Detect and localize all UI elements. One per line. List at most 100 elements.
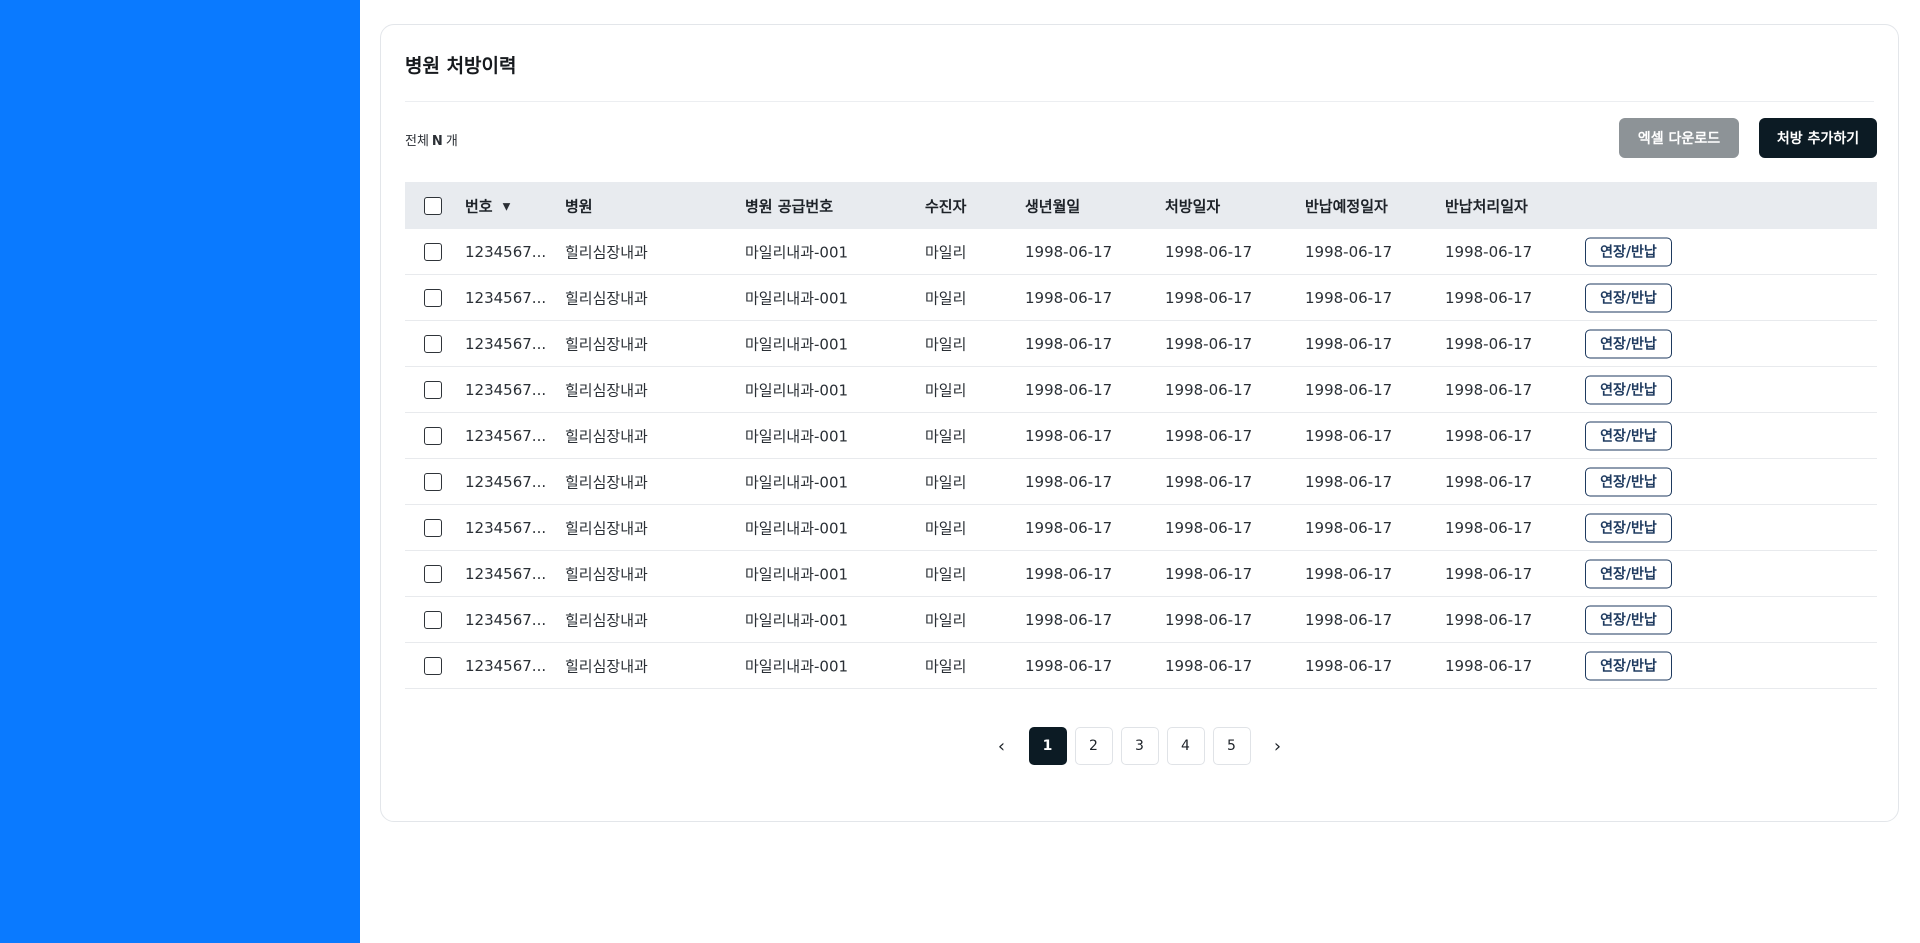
sidebar [0,0,360,943]
chevron-right-icon[interactable]: › [1259,727,1297,765]
page-button-3[interactable]: 3 [1120,727,1159,765]
cell-birthdate: 1998-06-17 [1025,380,1113,399]
excel-download-button[interactable]: 엑셀 다운로드 [1619,118,1739,158]
cell-prescription-date: 1998-06-17 [1165,426,1253,445]
column-header-prescription-date: 처방일자 [1165,197,1221,215]
row-checkbox[interactable] [424,242,442,261]
row-checkbox[interactable] [424,610,442,629]
cell-return-due-date: 1998-06-17 [1305,334,1393,353]
row-checkbox[interactable] [424,288,442,307]
cell-hospital: 힐리심장내과 [565,611,648,629]
cell-hospital: 힐리심장내과 [565,565,648,583]
row-checkbox[interactable] [424,380,442,399]
cell-return-processed-date: 1998-06-17 [1445,288,1533,307]
extend-return-button[interactable]: 연장/반납 [1585,651,1672,680]
table-row[interactable]: 1234567... 힐리심장내과 마일리내과-001 마일리 1998-06-17 19… [405,413,1877,459]
table-row[interactable]: 1234567... 힐리심장내과 마일리내과-001 마일리 1998-06-17 19… [405,229,1877,275]
cell-return-processed-date: 1998-06-17 [1445,564,1533,583]
cell-return-due-date: 1998-06-17 [1305,656,1393,675]
row-checkbox[interactable] [424,564,442,583]
cell-recipient: 마일리 [925,381,967,399]
chevron-down-icon[interactable]: ▼ [503,201,511,212]
row-checkbox[interactable] [424,472,442,491]
cell-return-processed-date: 1998-06-17 [1445,426,1533,445]
cell-prescription-date: 1998-06-17 [1165,334,1253,353]
cell-hospital: 힐리심장내과 [565,427,648,445]
extend-return-button[interactable]: 연장/반납 [1585,329,1672,358]
chevron-left-icon[interactable]: ‹ [983,727,1021,765]
row-checkbox[interactable] [424,334,442,353]
page-button-1[interactable]: 1 [1028,727,1067,765]
table-header: 번호 ▼ 병원 병원 공급번호 수진자 생년월일 처방일자 반납예정일자 반납처리… [405,182,1877,229]
cell-return-processed-date: 1998-06-17 [1445,518,1533,537]
select-all-checkbox[interactable] [424,196,442,215]
cell-supply-number: 마일리내과-001 [745,473,849,491]
cell-return-processed-date: 1998-06-17 [1445,242,1533,261]
cell-hospital: 힐리심장내과 [565,289,648,307]
table-row[interactable]: 1234567... 힐리심장내과 마일리내과-001 마일리 1998-06-17 19… [405,551,1877,597]
extend-return-button[interactable]: 연장/반납 [1585,467,1672,496]
cell-number: 1234567... [465,242,547,261]
cell-prescription-date: 1998-06-17 [1165,610,1253,629]
extend-return-button[interactable]: 연장/반납 [1585,283,1672,312]
add-prescription-button[interactable]: 처방 추가하기 [1759,118,1877,158]
cell-number: 1234567... [465,334,547,353]
total-suffix: 개 [445,134,458,149]
table-row[interactable]: 1234567... 힐리심장내과 마일리내과-001 마일리 1998-06-17 19… [405,643,1877,689]
page-button-4[interactable]: 4 [1166,727,1205,765]
cell-supply-number: 마일리내과-001 [745,289,849,307]
cell-recipient: 마일리 [925,565,967,583]
cell-prescription-date: 1998-06-17 [1165,518,1253,537]
cell-prescription-date: 1998-06-17 [1165,242,1253,261]
table-row[interactable]: 1234567... 힐리심장내과 마일리내과-001 마일리 1998-06-17 19… [405,321,1877,367]
table-row[interactable]: 1234567... 힐리심장내과 마일리내과-001 마일리 1998-06-17 19… [405,505,1877,551]
cell-number: 1234567... [465,610,547,629]
total-count: 전체 N 개 [405,130,458,149]
extend-return-button[interactable]: 연장/반납 [1585,375,1672,404]
table-row[interactable]: 1234567... 힐리심장내과 마일리내과-001 마일리 1998-06-17 19… [405,367,1877,413]
cell-birthdate: 1998-06-17 [1025,242,1113,261]
extend-return-button[interactable]: 연장/반납 [1585,605,1672,634]
cell-return-processed-date: 1998-06-17 [1445,334,1533,353]
cell-number: 1234567... [465,426,547,445]
extend-return-button[interactable]: 연장/반납 [1585,421,1672,450]
extend-return-button[interactable]: 연장/반납 [1585,237,1672,266]
row-checkbox[interactable] [424,426,442,445]
table-row[interactable]: 1234567... 힐리심장내과 마일리내과-001 마일리 1998-06-17 19… [405,597,1877,643]
cell-recipient: 마일리 [925,289,967,307]
cell-hospital: 힐리심장내과 [565,473,648,491]
cell-prescription-date: 1998-06-17 [1165,564,1253,583]
cell-hospital: 힐리심장내과 [565,657,648,675]
cell-return-due-date: 1998-06-17 [1305,380,1393,399]
total-count-value: N [431,134,443,149]
page-button-5[interactable]: 5 [1212,727,1251,765]
cell-birthdate: 1998-06-17 [1025,334,1113,353]
cell-return-processed-date: 1998-06-17 [1445,472,1533,491]
column-header-number[interactable]: 번호 ▼ [465,195,510,216]
prescription-history-card: 병원 처방이력 전체 N 개 엑셀 다운로드 처방 추가하기 번호 ▼ 병원 병원 공… [380,24,1899,822]
cell-number: 1234567... [465,564,547,583]
cell-return-due-date: 1998-06-17 [1305,610,1393,629]
extend-return-button[interactable]: 연장/반납 [1585,513,1672,542]
extend-return-button[interactable]: 연장/반납 [1585,559,1672,588]
cell-return-due-date: 1998-06-17 [1305,518,1393,537]
cell-return-due-date: 1998-06-17 [1305,288,1393,307]
cell-supply-number: 마일리내과-001 [745,519,849,537]
cell-recipient: 마일리 [925,657,967,675]
cell-supply-number: 마일리내과-001 [745,657,849,675]
cell-prescription-date: 1998-06-17 [1165,472,1253,491]
cell-number: 1234567... [465,380,547,399]
page-button-2[interactable]: 2 [1074,727,1113,765]
table-row[interactable]: 1234567... 힐리심장내과 마일리내과-001 마일리 1998-06-17 19… [405,459,1877,505]
pagination: ‹ 1 2 3 4 5 › [381,727,1898,765]
table-body: 1234567... 힐리심장내과 마일리내과-001 마일리 1998-06-17 19… [405,229,1877,689]
table-row[interactable]: 1234567... 힐리심장내과 마일리내과-001 마일리 1998-06-17 19… [405,275,1877,321]
prescription-table: 번호 ▼ 병원 병원 공급번호 수진자 생년월일 처방일자 반납예정일자 반납처리… [405,182,1877,689]
cell-birthdate: 1998-06-17 [1025,564,1113,583]
column-header-supply-number: 병원 공급번호 [745,197,834,215]
row-checkbox[interactable] [424,518,442,537]
row-checkbox[interactable] [424,656,442,675]
cell-birthdate: 1998-06-17 [1025,426,1113,445]
cell-number: 1234567... [465,472,547,491]
cell-birthdate: 1998-06-17 [1025,518,1113,537]
